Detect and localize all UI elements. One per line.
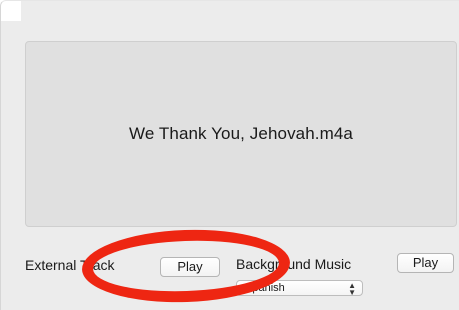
external-track-play-button[interactable]: Play [160, 257, 220, 277]
track-title: We Thank You, Jehovah.m4a [129, 124, 353, 143]
background-music-label: Background Music [236, 256, 352, 272]
chevron-updown-icon: ▲ ▼ [348, 281, 356, 296]
external-track-label: External Track [25, 257, 115, 273]
background-music-play-button[interactable]: Play [397, 253, 454, 273]
background-music-language-select[interactable]: Spanish ▲ ▼ [236, 280, 363, 296]
track-display-panel: We Thank You, Jehovah.m4a [25, 41, 457, 227]
select-value: Spanish [245, 282, 285, 294]
app-window: We Thank You, Jehovah.m4a External Track… [0, 0, 459, 310]
